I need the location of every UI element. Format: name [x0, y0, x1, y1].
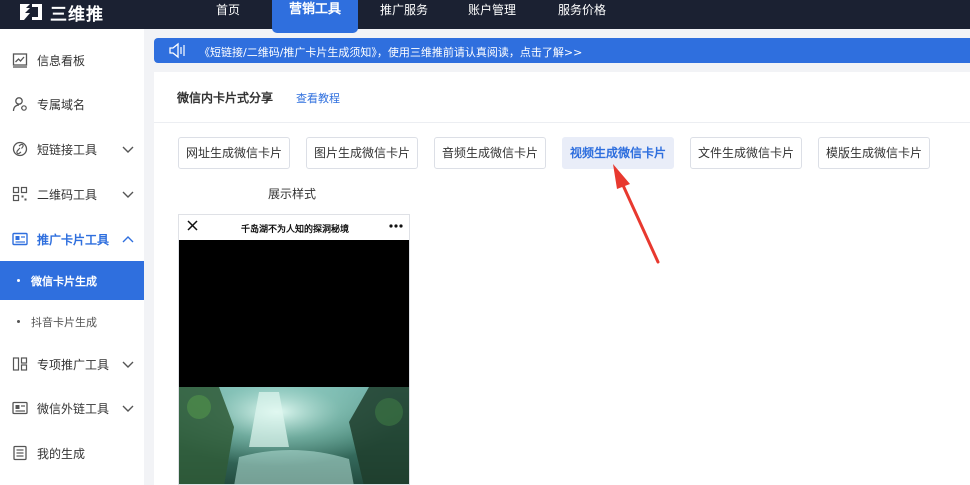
notice-banner[interactable]: 《短链接/二维码/推广卡片生成须知》，使用三维推前请认真阅读，点击了解>>: [154, 38, 970, 63]
sidebar-item-short-link[interactable]: 短链接工具: [0, 127, 144, 171]
nav-home[interactable]: 首页: [198, 0, 258, 24]
nav-marketing-tools[interactable]: 营销工具: [272, 0, 358, 33]
tab-url-card[interactable]: 网址生成微信卡片: [178, 137, 290, 169]
nav-account-management[interactable]: 账户管理: [460, 0, 524, 24]
sidebar-item-my-generated[interactable]: 我的生成: [0, 431, 144, 475]
sidebar-subitem-wechat-card[interactable]: 微信卡片生成: [0, 261, 144, 300]
logo[interactable]: 三维推: [18, 0, 104, 25]
nav-promotion-service[interactable]: 推广服务: [372, 0, 436, 24]
bullet-dot: [17, 279, 20, 282]
link-icon: [12, 141, 28, 157]
sidebar-item-label: 专属域名: [37, 97, 86, 112]
tab-file-card[interactable]: 文件生成微信卡片: [690, 137, 802, 169]
phone-title-bar: 千岛湖不为人知的探洞秘境: [179, 215, 409, 240]
sidebar: 信息看板 专属域名 短链接工具 二维码工具 推广卡片工具 微信卡片生成 抖音卡片…: [0, 29, 144, 485]
page-title: 微信内卡片式分享: [177, 91, 274, 105]
wechat-link-icon: [12, 401, 28, 415]
chevron-down-icon: [122, 405, 134, 412]
nav-pricing[interactable]: 服务价格: [550, 0, 614, 24]
top-navigation-bar: 三维推 首页 营销工具 推广服务 账户管理 服务价格: [0, 0, 970, 33]
chevron-down-icon: [122, 191, 134, 198]
sidebar-item-label: 二维码工具: [37, 187, 98, 202]
chevron-down-icon: [122, 146, 134, 153]
special-tools-icon: [12, 357, 28, 371]
qrcode-icon: [12, 186, 28, 202]
card-icon: [12, 232, 28, 246]
video-player: [179, 240, 409, 387]
chevron-down-icon: [122, 361, 134, 368]
sidebar-item-promo-card[interactable]: 推广卡片工具: [0, 217, 144, 261]
preview-title: 千岛湖不为人知的探洞秘境: [240, 225, 349, 235]
tab-image-card[interactable]: 图片生成微信卡片: [306, 137, 418, 169]
sidebar-item-label: 微信外链工具: [37, 401, 110, 416]
notice-text[interactable]: 《短链接/二维码/推广卡片生成须知》，使用三维推前请认真阅读，点击了解>>: [199, 44, 582, 60]
sidebar-item-label: 信息看板: [37, 53, 86, 68]
preview-style-label: 展示样式: [268, 187, 317, 201]
user-domain-icon: [12, 97, 27, 112]
speaker-icon: [169, 42, 185, 59]
sidebar-item-dashboard[interactable]: 信息看板: [0, 38, 144, 82]
sidebar-item-wechat-link[interactable]: 微信外链工具: [0, 386, 144, 430]
sidebar-item-label: 我的生成: [37, 446, 86, 461]
sidebar-subitem-label: 微信卡片生成: [31, 275, 97, 288]
tab-template-card[interactable]: 模版生成微信卡片: [818, 137, 930, 169]
brand-name: 三维推: [50, 4, 104, 25]
sidebar-item-qrcode[interactable]: 二维码工具: [0, 172, 144, 216]
list-icon: [13, 445, 27, 461]
dashboard-icon: [12, 53, 28, 68]
logo-icon: [20, 4, 42, 20]
sidebar-subitem-douyin-card[interactable]: 抖音卡片生成: [0, 302, 144, 341]
bullet-dot: [17, 320, 20, 323]
sidebar-item-label: 专项推广工具: [37, 357, 110, 372]
phone-preview: 千岛湖不为人知的探洞秘境: [178, 214, 410, 485]
tab-video-card[interactable]: 视频生成微信卡片: [562, 137, 674, 169]
tab-audio-card[interactable]: 音频生成微信卡片: [434, 137, 546, 169]
sidebar-item-special-tools[interactable]: 专项推广工具: [0, 342, 144, 386]
more-icon: [389, 224, 403, 228]
panel-header: 微信内卡片式分享 查看教程: [154, 72, 970, 123]
tutorial-link[interactable]: 查看教程: [296, 90, 340, 106]
waterfall-image: [179, 387, 409, 484]
sidebar-item-label: 推广卡片工具: [37, 232, 110, 247]
sidebar-subitem-label: 抖音卡片生成: [31, 316, 97, 329]
sidebar-item-domain[interactable]: 专属域名: [0, 82, 144, 126]
main-panel: 微信内卡片式分享 查看教程 网址生成微信卡片 图片生成微信卡片 音频生成微信卡片…: [154, 72, 970, 485]
chevron-up-icon: [122, 236, 134, 243]
sidebar-item-label: 短链接工具: [37, 142, 98, 157]
